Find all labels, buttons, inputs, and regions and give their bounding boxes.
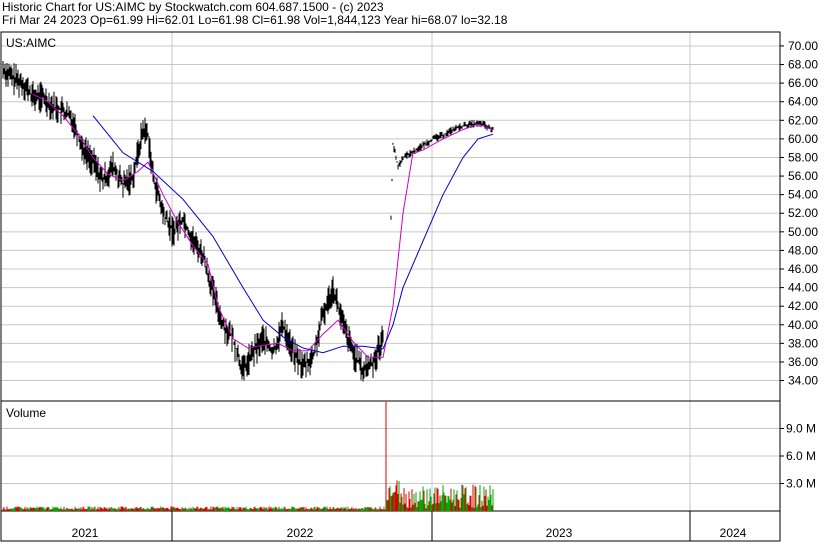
price-tick-label: 50.00 <box>788 225 818 239</box>
price-axis-ticks: 70.00 68.00 66.00 64.00 62.00 60.00 58.00 56.00… <box>780 39 818 388</box>
price-tick-label: 36.00 <box>788 355 818 369</box>
symbol-label: US:AIMC <box>6 36 56 50</box>
date-axis-panel <box>0 510 781 542</box>
price-tick-label: 70.00 <box>788 39 818 53</box>
price-tick-label: 44.00 <box>788 281 818 295</box>
price-tick-label: 48.00 <box>788 243 818 257</box>
ma_short-line <box>32 93 494 358</box>
volume-gridlines <box>1 428 780 484</box>
price-tick-label: 40.00 <box>788 318 818 332</box>
stock-chart: 70.00 68.00 66.00 64.00 62.00 60.00 58.00 56.00… <box>0 31 818 542</box>
price-tick-label: 52.00 <box>788 206 818 220</box>
volume-tick-label: 6.0 M <box>786 449 816 463</box>
price-bars <box>2 61 494 382</box>
price-tick-label: 66.00 <box>788 76 818 90</box>
time-gridlines <box>171 32 691 511</box>
price-tick-label: 62.00 <box>788 113 818 127</box>
price-tick-label: 64.00 <box>788 95 818 109</box>
year-label: 2024 <box>720 526 747 540</box>
date-axis-ticks: 2021 2022 2023 2024 <box>72 511 747 541</box>
price-tick-label: 42.00 <box>788 299 818 313</box>
year-label: 2022 <box>287 526 314 540</box>
volume-bar-up <box>5 480 494 511</box>
price-series <box>2 61 494 382</box>
volume-axis-ticks: 9.0 M 6.0 M 3.0 M <box>780 422 816 491</box>
year-label: 2021 <box>72 526 99 540</box>
volume-tick-label: 9.0 M <box>786 422 816 436</box>
price-tick-label: 58.00 <box>788 150 818 164</box>
year-label: 2023 <box>546 526 573 540</box>
price-tick-label: 68.00 <box>788 58 818 72</box>
price-tick-label: 46.00 <box>788 262 818 276</box>
price-tick-label: 38.00 <box>788 336 818 350</box>
price-tick-label: 60.00 <box>788 132 818 146</box>
price-tick-label: 34.00 <box>788 374 818 388</box>
volume-tick-label: 3.0 M <box>786 477 816 491</box>
ma_long-line <box>92 115 494 354</box>
price-tick-label: 54.00 <box>788 188 818 202</box>
volume-label: Volume <box>6 406 46 420</box>
price-tick-label: 56.00 <box>788 169 818 183</box>
